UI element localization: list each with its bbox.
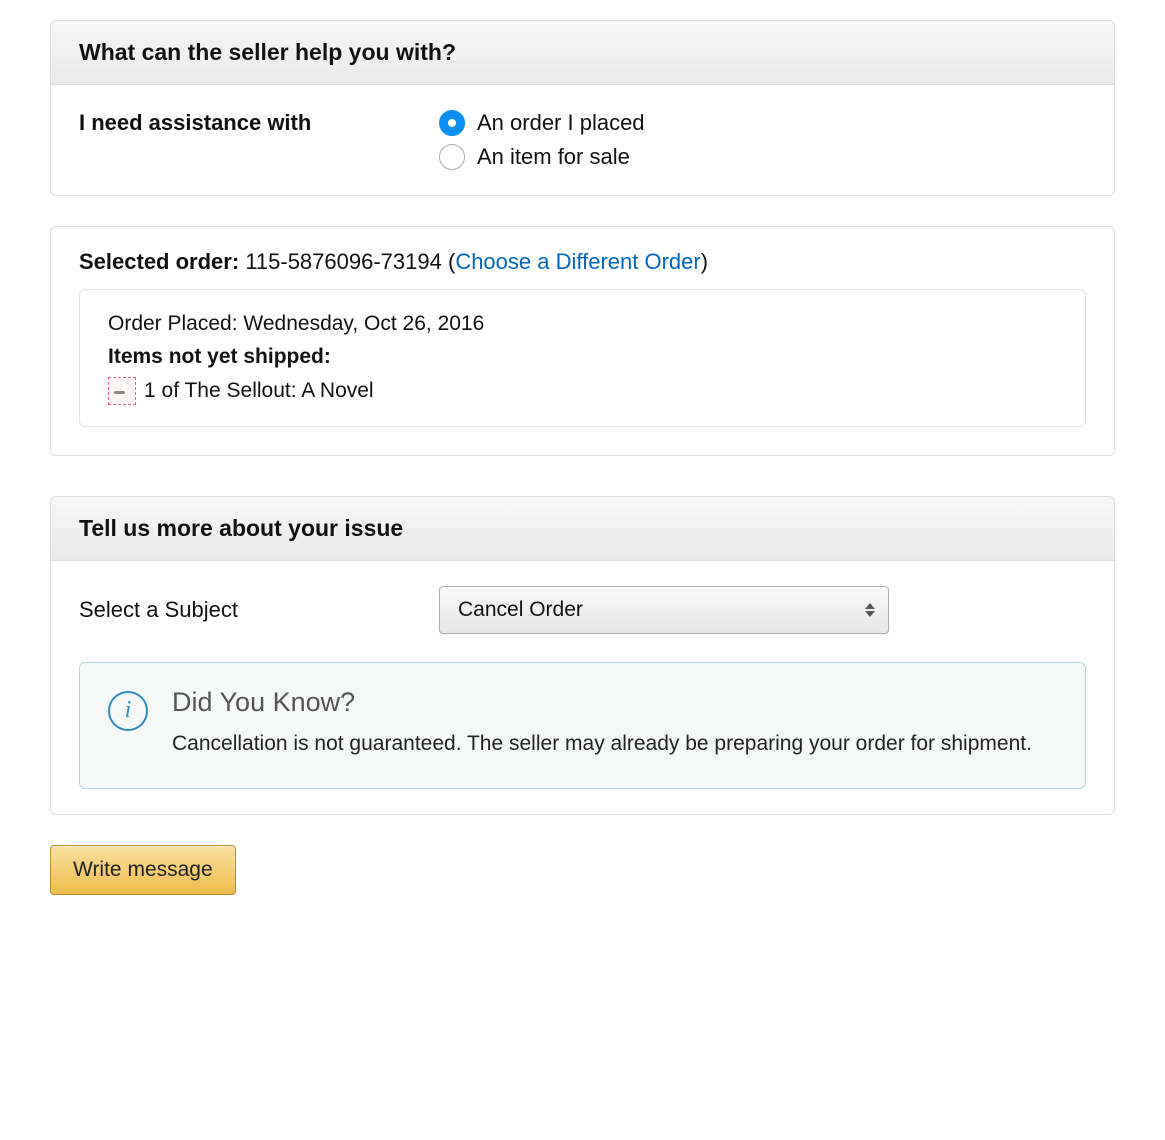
seller-help-body: I need assistance with An order I placed… <box>51 85 1114 195</box>
radio-label: An item for sale <box>477 144 630 170</box>
info-box: i Did You Know? Cancellation is not guar… <box>79 662 1086 790</box>
order-placed-date: Wednesday, Oct 26, 2016 <box>243 312 484 335</box>
subject-select-value: Cancel Order <box>458 598 583 622</box>
order-item-row: 1 of The Sellout: A Novel <box>108 375 1057 408</box>
issue-header: Tell us more about your issue <box>51 497 1114 561</box>
seller-help-header: What can the seller help you with? <box>51 21 1114 85</box>
selected-order-label: Selected order: <box>79 249 239 274</box>
subject-select[interactable]: Cancel Order <box>439 586 889 634</box>
issue-panel: Tell us more about your issue Select a S… <box>50 496 1115 816</box>
assistance-label: I need assistance with <box>79 110 439 136</box>
item-thumbnail-icon <box>108 377 136 405</box>
info-title: Did You Know? <box>172 687 1032 718</box>
radio-icon <box>439 144 465 170</box>
info-text: Cancellation is not guaranteed. The sell… <box>172 728 1032 761</box>
assistance-radio-group: An order I placed An item for sale <box>439 110 645 170</box>
radio-label: An order I placed <box>477 110 645 136</box>
seller-help-panel: What can the seller help you with? I nee… <box>50 20 1115 196</box>
subject-label: Select a Subject <box>79 597 439 623</box>
radio-item-for-sale[interactable]: An item for sale <box>439 144 645 170</box>
items-status-label: Items not yet shipped: <box>108 341 1057 374</box>
issue-body: Select a Subject Cancel Order i Did You … <box>51 561 1114 815</box>
radio-order-placed[interactable]: An order I placed <box>439 110 645 136</box>
radio-icon <box>439 110 465 136</box>
selected-order-panel: Selected order: 115-5876096-73194 (Choos… <box>50 226 1115 456</box>
write-message-button[interactable]: Write message <box>50 845 236 895</box>
order-item-text: 1 of The Sellout: A Novel <box>144 375 374 408</box>
subject-select-wrap: Cancel Order <box>439 586 889 634</box>
info-content: Did You Know? Cancellation is not guaran… <box>172 687 1032 761</box>
selected-order-heading: Selected order: 115-5876096-73194 (Choos… <box>79 249 1086 275</box>
order-placed-label: Order Placed: <box>108 312 238 335</box>
order-card: Order Placed: Wednesday, Oct 26, 2016 It… <box>79 289 1086 427</box>
info-icon: i <box>108 691 148 731</box>
choose-different-order-link[interactable]: Choose a Different Order <box>455 249 700 274</box>
selected-order-id: 115-5876096-73194 <box>245 249 442 274</box>
order-placed-row: Order Placed: Wednesday, Oct 26, 2016 <box>108 308 1057 341</box>
